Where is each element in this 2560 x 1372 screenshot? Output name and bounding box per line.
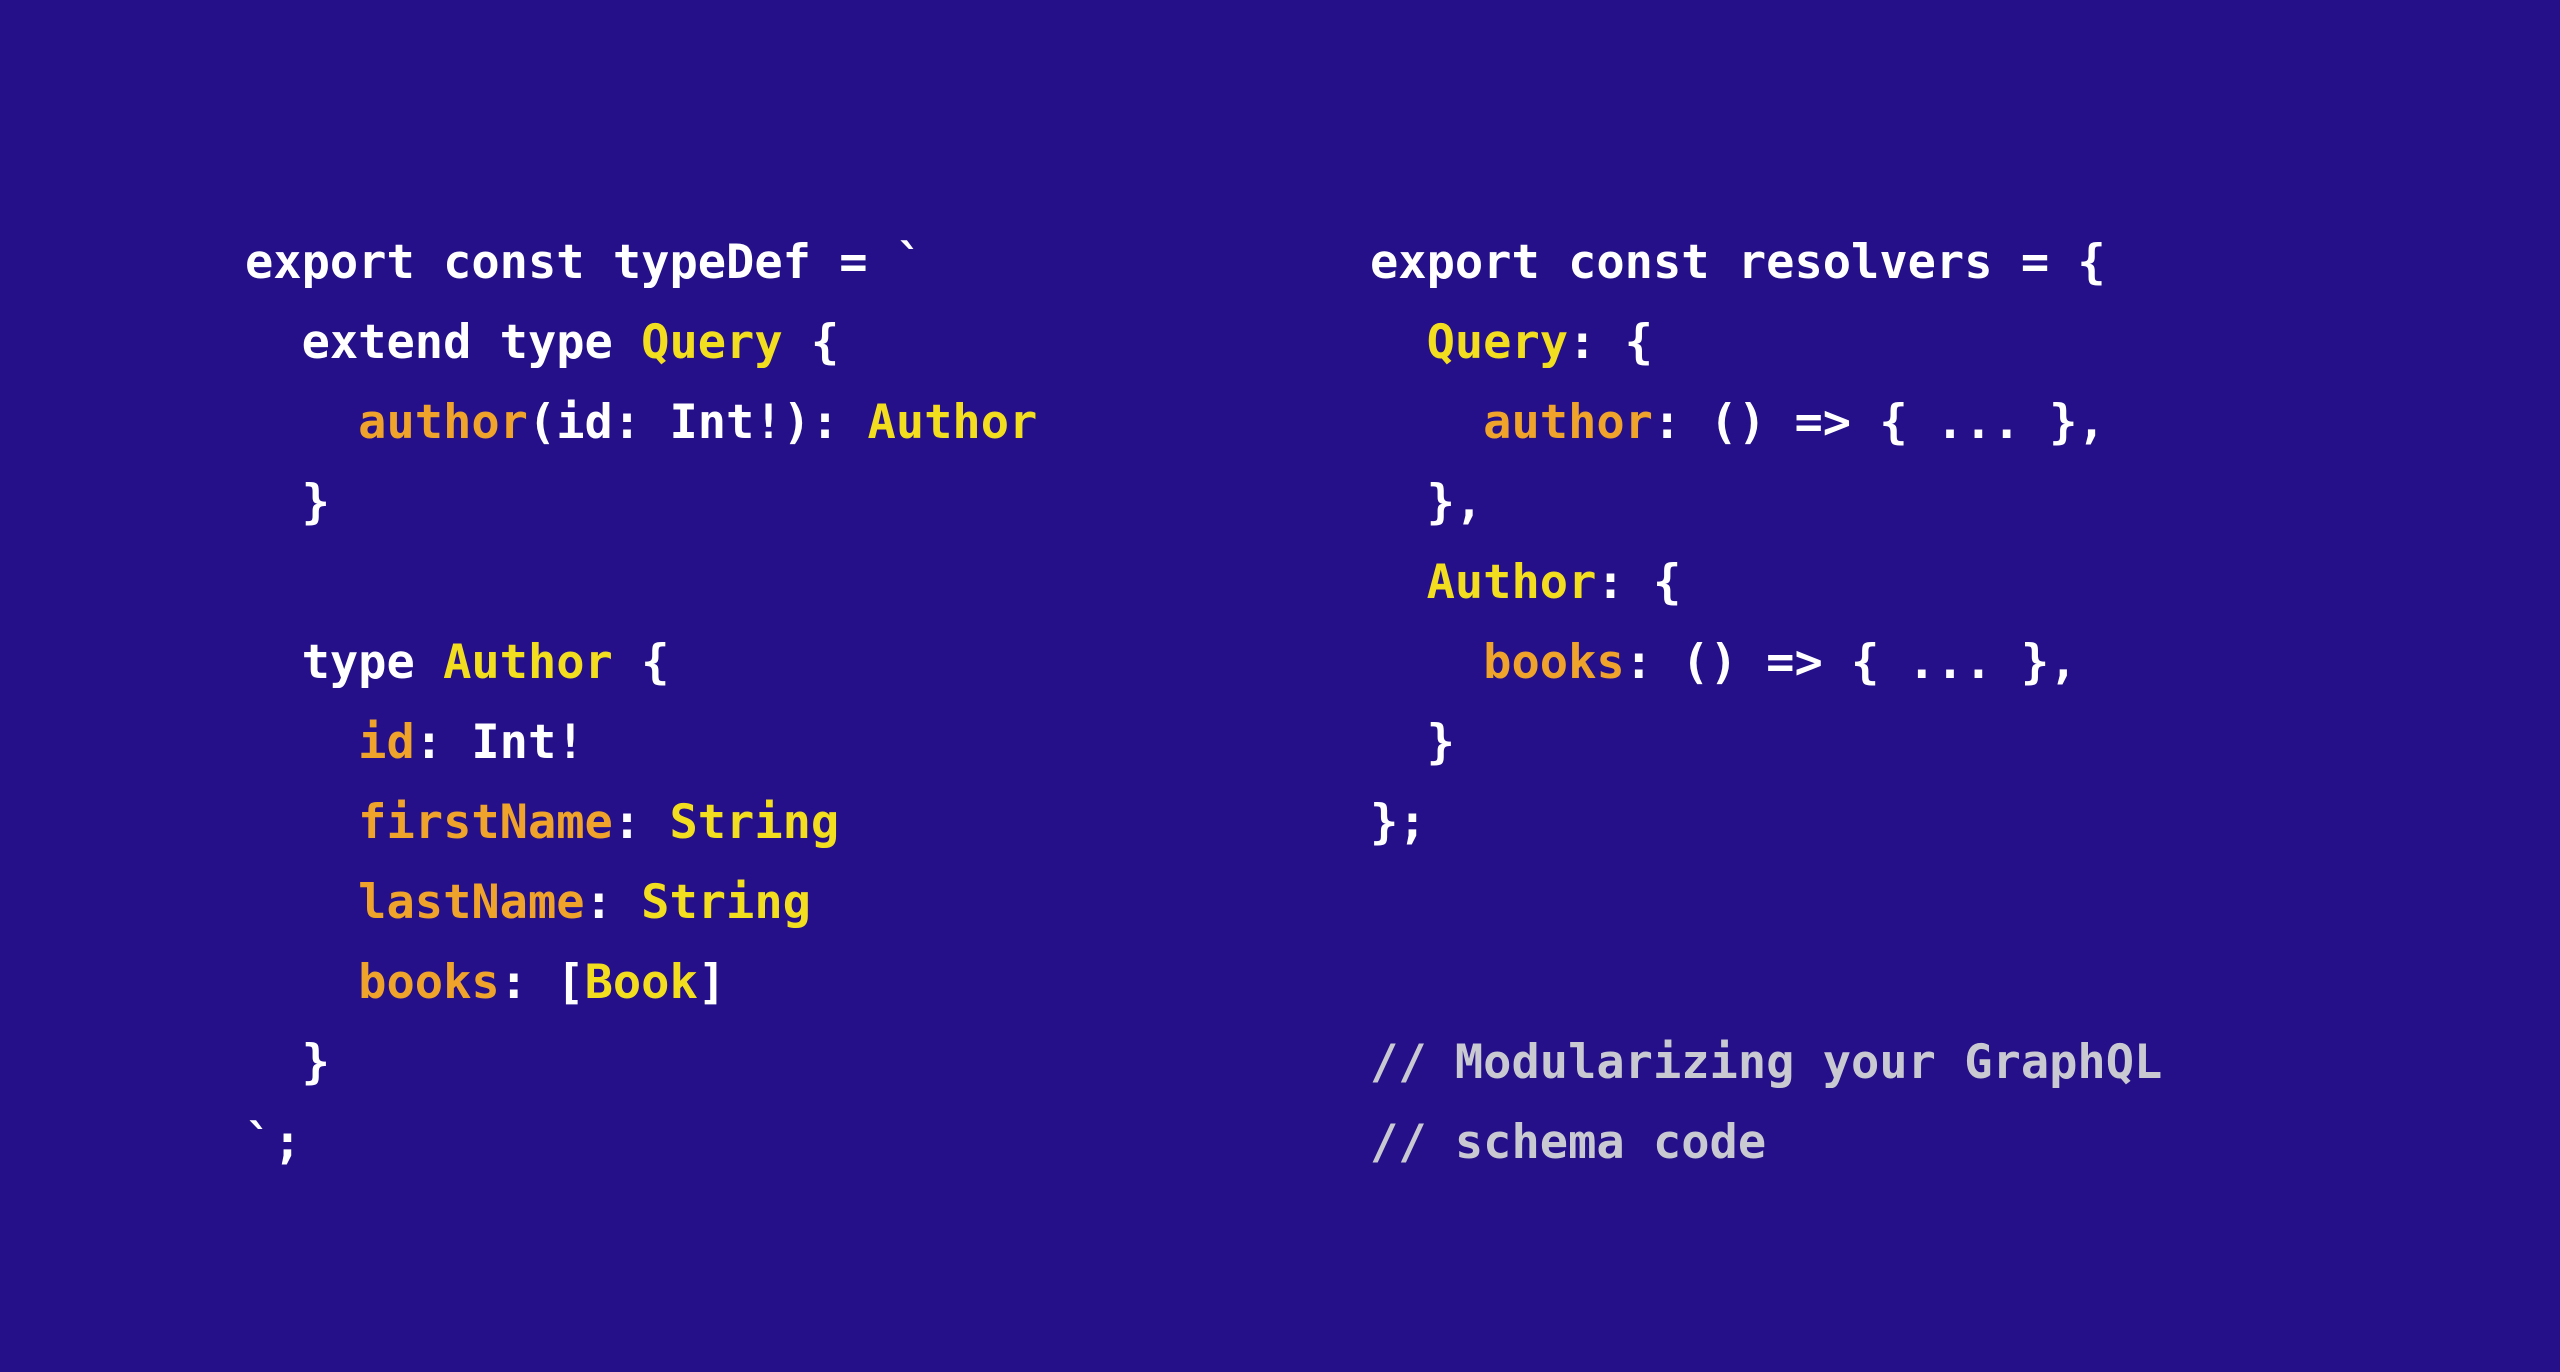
code-token-type: String bbox=[641, 875, 811, 930]
code-line: } bbox=[245, 1023, 1370, 1103]
code-token-plain: export const resolvers = { bbox=[1370, 235, 2106, 290]
code-token-field: author bbox=[245, 395, 528, 450]
code-token-type: Book bbox=[584, 955, 698, 1010]
code-token-plain: : () => { ... }, bbox=[1652, 395, 2106, 450]
code-token-plain: (id: Int!): bbox=[527, 395, 868, 450]
code-token-plain: : Int! bbox=[414, 715, 585, 770]
typedef-code-block: export const typeDef = ` extend type Que… bbox=[245, 223, 1370, 1183]
code-line: `; bbox=[245, 1103, 1370, 1183]
code-token-plain: { bbox=[612, 635, 670, 690]
code-line: export const typeDef = ` bbox=[245, 223, 1370, 303]
code-line: lastName: String bbox=[245, 863, 1370, 943]
code-token-plain: `; bbox=[245, 1115, 302, 1170]
code-slide: export const typeDef = ` extend type Que… bbox=[0, 0, 2560, 1372]
code-token-plain: }; bbox=[1370, 795, 1427, 850]
code-token-plain: } bbox=[245, 1035, 330, 1090]
code-token-field: lastName bbox=[245, 875, 585, 930]
code-line: author(id: Int!): Author bbox=[245, 383, 1370, 463]
code-line: // Modularizing your GraphQL bbox=[1370, 1023, 2560, 1103]
code-token-plain: } bbox=[1370, 715, 1455, 770]
code-token-plain: { bbox=[782, 315, 840, 370]
code-token-plain: }, bbox=[1370, 475, 1484, 530]
code-line: }, bbox=[1370, 463, 2560, 543]
code-token-type: Author bbox=[443, 635, 613, 690]
code-token-plain: : [ bbox=[499, 955, 585, 1010]
code-token-plain: extend type bbox=[245, 315, 642, 370]
code-line: extend type Query { bbox=[245, 303, 1370, 383]
code-token-plain: : { bbox=[1568, 315, 1653, 370]
code-line: } bbox=[1370, 703, 2560, 783]
code-token-type: Author bbox=[1370, 555, 1597, 610]
code-line: books: () => { ... }, bbox=[1370, 623, 2560, 703]
code-line: } bbox=[245, 463, 1370, 543]
code-token-plain: } bbox=[245, 475, 330, 530]
code-token-plain: : { bbox=[1596, 555, 1682, 610]
code-token-type: Author bbox=[867, 395, 1038, 450]
code-line: }; bbox=[1370, 783, 2560, 863]
code-token-field: books bbox=[245, 955, 500, 1010]
code-line: // schema code bbox=[1370, 1103, 2560, 1183]
code-line: type Author { bbox=[245, 623, 1370, 703]
code-line: books: [Book] bbox=[245, 943, 1370, 1023]
code-line: export const resolvers = { bbox=[1370, 223, 2560, 303]
code-token-field: books bbox=[1370, 635, 1625, 690]
code-line: Query: { bbox=[1370, 303, 2560, 383]
code-token-type: String bbox=[669, 795, 840, 850]
code-token-plain: : bbox=[584, 875, 642, 930]
code-token-comment: // schema code bbox=[1370, 1115, 1767, 1170]
code-token-plain: : () => { ... }, bbox=[1624, 635, 2078, 690]
code-token-plain: type bbox=[245, 635, 444, 690]
code-token-field: firstName bbox=[245, 795, 613, 850]
code-line: firstName: String bbox=[245, 783, 1370, 863]
code-token-plain: : bbox=[612, 795, 670, 850]
resolvers-code-block: export const resolvers = { Query: { auth… bbox=[1370, 223, 2560, 1183]
code-token-field: author bbox=[1370, 395, 1653, 450]
code-token-plain: export const typeDef = ` bbox=[245, 235, 925, 290]
code-line: id: Int! bbox=[245, 703, 1370, 783]
code-line: author: () => { ... }, bbox=[1370, 383, 2560, 463]
code-token-field: id bbox=[245, 715, 415, 770]
code-token-type: Query bbox=[641, 315, 783, 370]
code-token-type: Query bbox=[1370, 315, 1569, 370]
code-token-plain: ] bbox=[697, 955, 727, 1010]
code-line: Author: { bbox=[1370, 543, 2560, 623]
code-token-comment: // Modularizing your GraphQL bbox=[1370, 1035, 2163, 1090]
code-columns: export const typeDef = ` extend type Que… bbox=[0, 176, 2560, 1230]
